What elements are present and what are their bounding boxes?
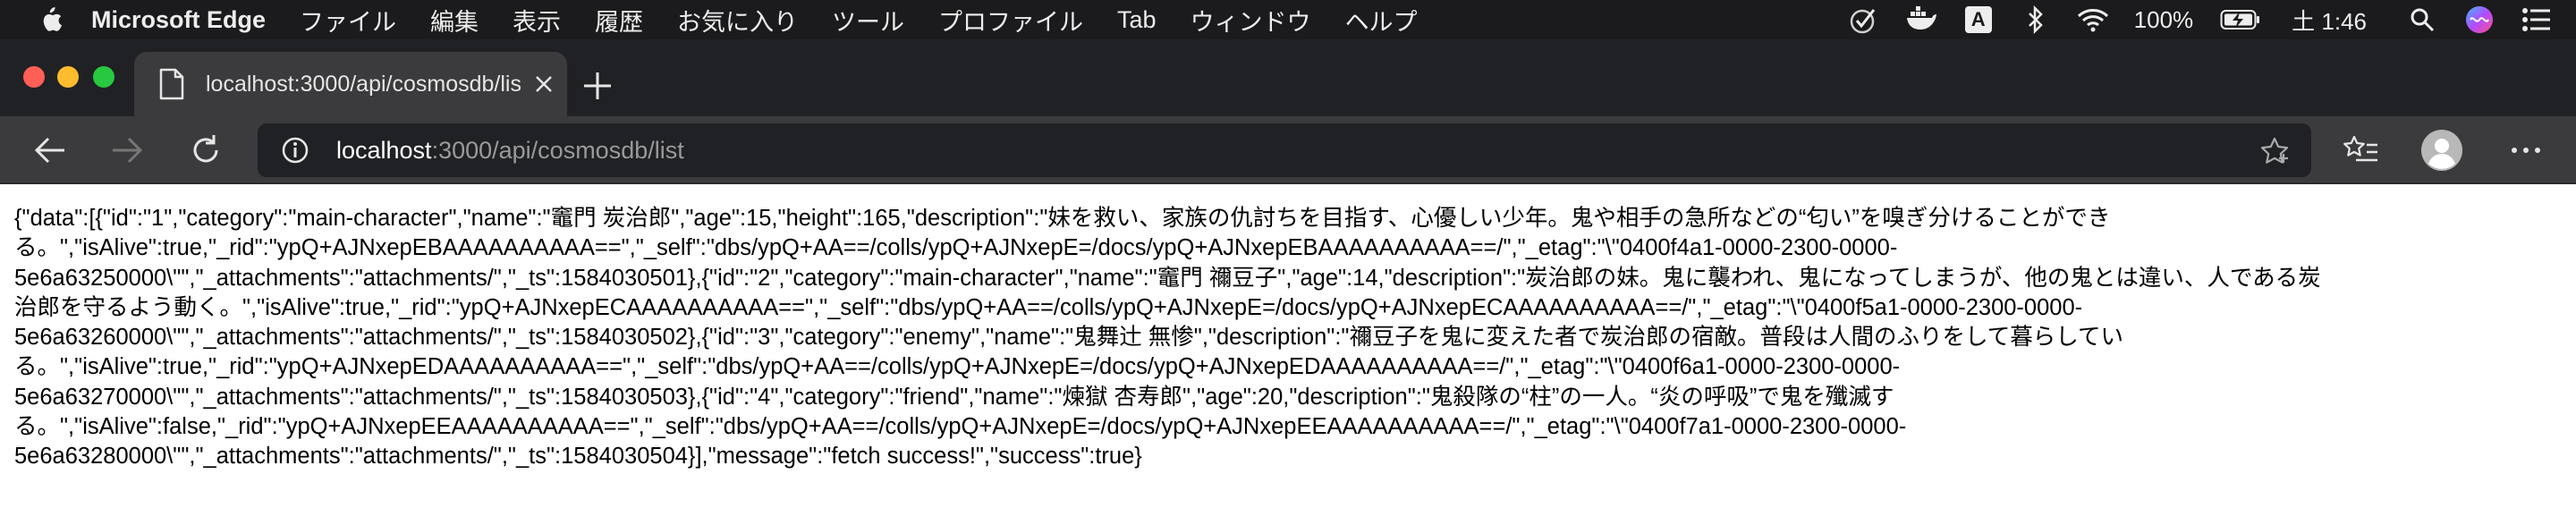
- tab-strip: localhost:3000/api/cosmosdb/list: [0, 39, 2576, 116]
- new-tab-plus-icon[interactable]: [581, 70, 614, 102]
- check-circle-icon[interactable]: [1848, 4, 1880, 36]
- battery-percentage: 100%: [2133, 5, 2194, 33]
- ellipsis-icon: [2512, 148, 2540, 153]
- docker-whale-icon[interactable]: [1905, 4, 1937, 36]
- search-icon[interactable]: [2406, 4, 2438, 36]
- json-line: 治郎を守るよう動く。","isAlive":true,"_rid":"ypQ+A…: [14, 294, 2083, 320]
- more-options-button[interactable]: [2506, 131, 2546, 170]
- site-info-icon[interactable]: [281, 136, 309, 165]
- page-icon: [159, 68, 184, 100]
- favorites-button[interactable]: [2342, 131, 2381, 170]
- control-center-icon[interactable]: [2521, 4, 2553, 36]
- menu-tab[interactable]: Tab: [1117, 6, 1157, 34]
- avatar-icon: [2421, 130, 2462, 171]
- window-minimize-button[interactable]: [57, 66, 79, 88]
- wifi-icon[interactable]: [2077, 4, 2109, 36]
- url-path: :3000/api/cosmosdb/list: [431, 137, 684, 164]
- menu-file[interactable]: ファイル: [300, 3, 396, 38]
- forward-button[interactable]: [107, 131, 147, 170]
- refresh-button[interactable]: [186, 131, 225, 170]
- menubar-status-area: A 100% 土 1:46: [1848, 0, 2576, 39]
- apple-logo-icon[interactable]: [38, 5, 63, 34]
- favorites-list-icon: [2343, 135, 2377, 162]
- browser-toolbar: localhost:3000/api/cosmosdb/list: [0, 116, 2576, 184]
- menu-view[interactable]: 表示: [513, 3, 561, 38]
- input-source-a-icon[interactable]: A: [1962, 4, 1995, 36]
- json-line: る。","isAlive":true,"_rid":"ypQ+AJNxepEBA…: [14, 235, 1898, 261]
- add-favorite-star-icon[interactable]: [2259, 136, 2290, 166]
- clock[interactable]: 土 1:46: [2292, 4, 2367, 37]
- json-line: 5e6a63280000\"","_attachments":"attachme…: [14, 444, 1142, 470]
- menu-help[interactable]: ヘルプ: [1345, 3, 1418, 38]
- macos-menu-bar: Microsoft Edge ファイル 編集 表示 履歴 お気に入り ツール プ…: [0, 0, 2576, 39]
- refresh-icon: [193, 135, 218, 163]
- menu-history[interactable]: 履歴: [595, 3, 643, 38]
- window-close-button[interactable]: [23, 66, 45, 88]
- menu-profile[interactable]: プロファイル: [938, 3, 1083, 38]
- url-text[interactable]: localhost:3000/api/cosmosdb/list: [336, 137, 684, 165]
- tab-close-icon[interactable]: [533, 73, 555, 95]
- json-line: 5e6a63270000\"","_attachments":"attachme…: [14, 384, 1894, 410]
- profile-button[interactable]: [2420, 129, 2463, 172]
- input-source-label: A: [1964, 6, 1992, 33]
- url-host: localhost: [336, 137, 432, 164]
- back-arrow-icon: [34, 137, 64, 164]
- json-line: 5e6a63260000\"","_attachments":"attachme…: [14, 325, 2123, 351]
- siri-icon[interactable]: [2463, 4, 2496, 36]
- json-line: る。","isAlive":false,"_rid":"ypQ+AJNxepEE…: [14, 414, 1907, 440]
- address-bar[interactable]: localhost:3000/api/cosmosdb/list: [258, 123, 2311, 177]
- json-line: {"data":[{"id":"1","category":"main-char…: [14, 206, 2111, 231]
- bluetooth-icon[interactable]: [2020, 4, 2052, 36]
- forward-arrow-icon: [113, 137, 143, 164]
- window-zoom-button[interactable]: [93, 66, 114, 88]
- page-content: {"data":[{"id":"1","category":"main-char…: [0, 186, 2576, 508]
- back-button[interactable]: [30, 131, 70, 170]
- json-response-text: {"data":[{"id":"1","category":"main-char…: [14, 204, 2376, 472]
- json-line: 5e6a63250000\"","_attachments":"attachme…: [14, 265, 2321, 291]
- tab-title: localhost:3000/api/cosmosdb/list: [206, 71, 521, 97]
- battery-charging-icon[interactable]: [2220, 4, 2261, 36]
- menu-app-name[interactable]: Microsoft Edge: [91, 6, 266, 34]
- menu-window[interactable]: ウィンドウ: [1191, 3, 1311, 38]
- menu-edit[interactable]: 編集: [430, 3, 479, 38]
- active-tab[interactable]: localhost:3000/api/cosmosdb/list: [134, 52, 567, 116]
- menu-tools[interactable]: ツール: [832, 3, 904, 38]
- menu-favorites[interactable]: お気に入り: [677, 3, 798, 38]
- json-line: る。","isAlive":true,"_rid":"ypQ+AJNxepEDA…: [14, 354, 1901, 380]
